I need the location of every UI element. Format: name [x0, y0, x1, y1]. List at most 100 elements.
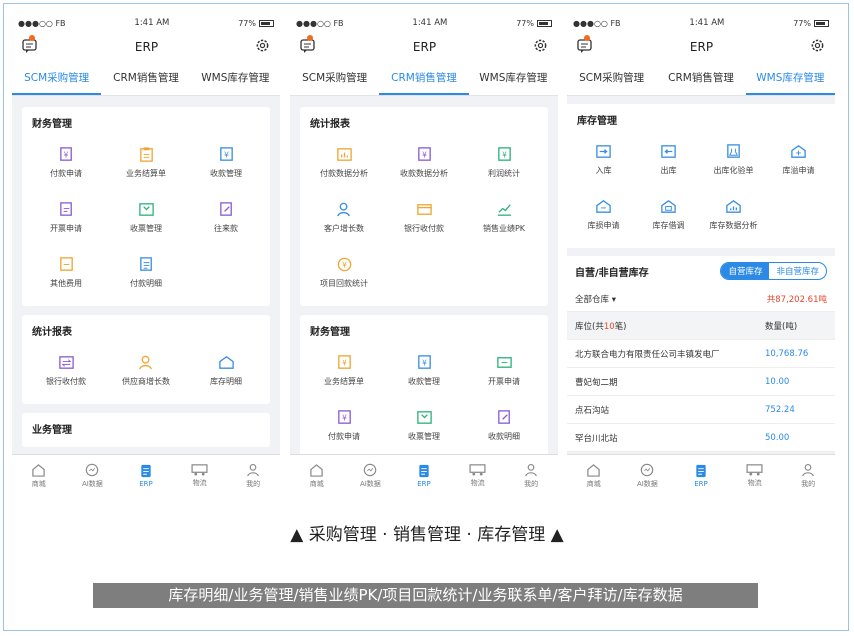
- nav-mine[interactable]: 我的: [504, 455, 558, 496]
- battery: 77%: [238, 19, 274, 28]
- nav-logistics[interactable]: 物流: [173, 455, 227, 496]
- app-title: ERP: [689, 40, 714, 54]
- message-icon[interactable]: [577, 34, 593, 57]
- menu-item-settlement[interactable]: ¥ 业务结算单: [304, 343, 384, 398]
- tab-scm[interactable]: SCM采购管理: [567, 62, 656, 95]
- section-title: 财务管理: [32, 119, 72, 130]
- battery: 77%: [793, 19, 829, 28]
- section-title: 财务管理: [310, 327, 350, 338]
- home-icon: [587, 463, 601, 477]
- menu-item-current-account[interactable]: 往来款: [186, 190, 266, 245]
- tab-wms[interactable]: WMS库存管理: [745, 62, 835, 95]
- menu-item-invoice-request[interactable]: 开票申请: [464, 343, 544, 398]
- nav-mine[interactable]: 我的: [781, 455, 835, 496]
- gear-icon[interactable]: [810, 38, 825, 57]
- gauge-icon: [364, 463, 377, 476]
- menu-item-outbound-assay[interactable]: 出库化验单: [701, 132, 766, 187]
- yen-doc-icon: ¥: [497, 147, 511, 161]
- menu-item-outbound[interactable]: 出库: [636, 132, 701, 187]
- table-row[interactable]: 点石沟站 752.24: [567, 396, 835, 424]
- document-icon: [419, 464, 429, 477]
- menu-item-payment-request[interactable]: ¥ 付款申请: [26, 135, 106, 190]
- menu-item-other-expense[interactable]: 其他费用: [26, 245, 106, 300]
- menu-item-bank-transfer[interactable]: 银行收付款: [384, 190, 464, 245]
- tab-wms[interactable]: WMS库存管理: [191, 62, 280, 95]
- svg-text:¥: ¥: [502, 150, 507, 159]
- nav-mall[interactable]: 商城: [12, 455, 66, 496]
- nav-ai-data[interactable]: AI数据: [621, 455, 675, 496]
- menu-item-payment-detail[interactable]: 付款明细: [106, 245, 186, 300]
- user-icon: [525, 463, 537, 476]
- phone-crm: ●●●○○ FB 1:41 AM 77% ERP SCM采购管理 CRM销售管理 W…: [290, 14, 558, 496]
- menu-item-collection-analysis[interactable]: ¥ 收款数据分析: [384, 135, 464, 190]
- table-row[interactable]: 罕台川北站 50.00: [567, 424, 835, 452]
- message-icon[interactable]: [22, 34, 38, 57]
- menu-item-overflow-request[interactable]: 库溢申请: [766, 132, 831, 187]
- menu-item-project-collection[interactable]: ¥ 项目回款统计: [304, 245, 384, 300]
- menu-item-settlement[interactable]: 业务结算单: [106, 135, 186, 190]
- invoice-icon: [59, 202, 72, 216]
- nav-erp[interactable]: ERP: [119, 455, 173, 496]
- transfer-icon: [58, 356, 74, 369]
- report-section: 统计报表 银行收付款 供应商增长数 库存明细: [22, 315, 270, 404]
- menu-item-payment-request[interactable]: ¥ 付款申请: [304, 398, 384, 453]
- tab-crm[interactable]: CRM销售管理: [656, 62, 745, 95]
- inbound-icon: [596, 145, 611, 158]
- menu-item-payment-analysis[interactable]: 付款数据分析: [304, 135, 384, 190]
- nav-mine[interactable]: 我的: [226, 455, 280, 496]
- nav-erp[interactable]: ERP: [674, 455, 728, 496]
- tab-wms[interactable]: WMS库存管理: [469, 62, 558, 95]
- yen-doc-icon: ¥: [417, 355, 431, 369]
- tab-scm[interactable]: SCM采购管理: [290, 62, 379, 95]
- menu-item-receive-invoice[interactable]: 收票管理: [384, 398, 464, 453]
- svg-text:¥: ¥: [342, 413, 347, 422]
- table-row[interactable]: 北方联合电力有限责任公司丰镇发电厂 10,768.76: [567, 340, 835, 368]
- boxes-icon: [661, 200, 676, 213]
- menu-item-collection[interactable]: ¥ 收款管理: [384, 343, 464, 398]
- edit-doc-icon: [497, 410, 510, 424]
- carrier: ●●●○○ FB: [573, 18, 621, 28]
- menu-item-inbound[interactable]: 入库: [571, 132, 636, 187]
- gear-icon[interactable]: [533, 38, 548, 57]
- table-row[interactable]: 曹妃甸二期 10.00: [567, 368, 835, 396]
- svg-text:¥: ¥: [342, 358, 347, 367]
- seg-self-operated[interactable]: 自营库存: [721, 263, 770, 279]
- menu-item-collection-detail[interactable]: 收款明细: [464, 398, 544, 453]
- menu-item-bank-transfer[interactable]: 银行收付款: [26, 343, 106, 398]
- inbox-icon: [138, 203, 154, 216]
- menu-item-loss-request[interactable]: 库损申请: [571, 187, 636, 242]
- menu-item-sales-pk[interactable]: 销售业绩PK: [464, 190, 544, 245]
- nav-erp[interactable]: ERP: [397, 455, 451, 496]
- warehouse-icon: [218, 356, 234, 369]
- home-icon: [310, 463, 324, 477]
- warehouse-dropdown[interactable]: 全部仓库 ▾: [575, 293, 616, 305]
- nav-mall[interactable]: 商城: [290, 455, 344, 496]
- menu-item-supplier-growth[interactable]: 供应商增长数: [106, 343, 186, 398]
- tab-scm[interactable]: SCM采购管理: [12, 62, 102, 95]
- menu-item-customer-growth[interactable]: 客户增长数: [304, 190, 384, 245]
- nav-ai-data[interactable]: AI数据: [344, 455, 398, 496]
- yen-doc-icon: ¥: [337, 355, 351, 369]
- trend-icon: [497, 204, 511, 216]
- inbox-icon: [416, 411, 432, 424]
- menu-item-collection[interactable]: ¥ 收款管理: [186, 135, 266, 190]
- message-icon[interactable]: [300, 34, 316, 57]
- tab-crm[interactable]: CRM销售管理: [379, 62, 469, 95]
- gear-icon[interactable]: [255, 38, 270, 57]
- nav-logistics[interactable]: 物流: [451, 455, 505, 496]
- tab-crm[interactable]: CRM销售管理: [101, 62, 190, 95]
- bottom-nav: 商城 AI数据 ERP 物流 我的: [567, 454, 835, 496]
- menu-item-stock-transfer[interactable]: 库存借调: [636, 187, 701, 242]
- nav-logistics[interactable]: 物流: [728, 455, 782, 496]
- document-icon: [696, 464, 706, 477]
- menu-item-receive-invoice[interactable]: 收票管理: [106, 190, 186, 245]
- menu-item-stock-detail[interactable]: 库存明细: [186, 343, 266, 398]
- edit-doc-icon: [219, 202, 232, 216]
- seg-non-self-operated[interactable]: 非自营库存: [769, 263, 826, 279]
- menu-item-invoice-request[interactable]: 开票申请: [26, 190, 106, 245]
- menu-item-profit[interactable]: ¥ 利润统计: [464, 135, 544, 190]
- menu-item-stock-analysis[interactable]: 库存数据分析: [701, 187, 766, 242]
- nav-ai-data[interactable]: AI数据: [66, 455, 120, 496]
- nav-mall[interactable]: 商城: [567, 455, 621, 496]
- report-section: 统计报表 付款数据分析 ¥ 收款数据分析 ¥ 利润统计 客户增长数 银行收付款 销售…: [300, 107, 548, 306]
